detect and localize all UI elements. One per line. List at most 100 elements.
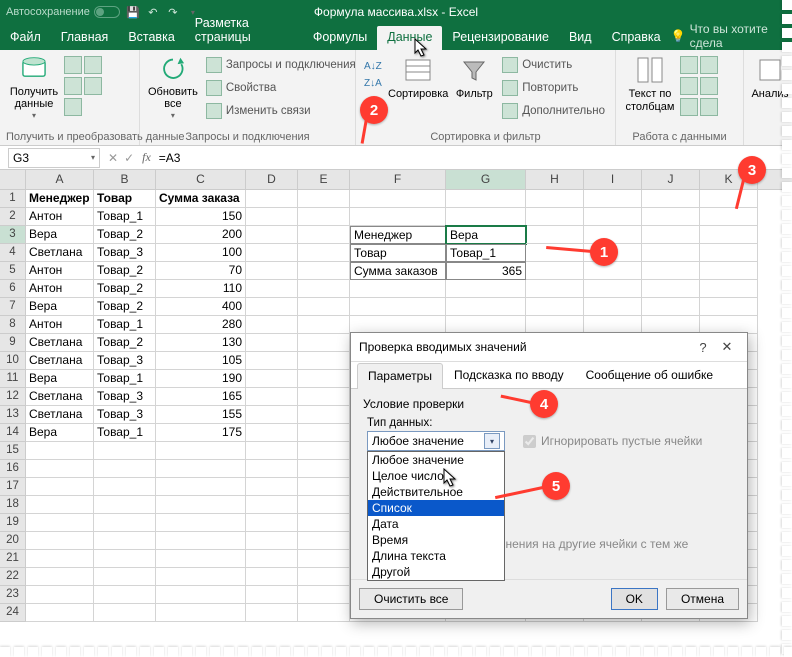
cell[interactable]: Товар_2 xyxy=(94,298,156,316)
cell[interactable]: Товар_2 xyxy=(94,334,156,352)
col-header[interactable]: G xyxy=(446,170,526,189)
cell[interactable] xyxy=(526,226,584,244)
cell[interactable] xyxy=(298,316,350,334)
cell[interactable]: Товар_1 xyxy=(94,316,156,334)
row-header[interactable]: 13 xyxy=(0,406,26,424)
recent-sources-icon[interactable] xyxy=(84,56,102,74)
cell[interactable] xyxy=(298,334,350,352)
name-box[interactable]: G3 ▾ xyxy=(8,148,100,168)
from-table-icon[interactable] xyxy=(64,98,82,116)
save-icon[interactable]: 💾 xyxy=(126,5,140,19)
autosave-toggle[interactable]: Автосохранение xyxy=(6,6,120,18)
cell[interactable] xyxy=(156,586,246,604)
cell[interactable] xyxy=(94,604,156,622)
cell[interactable] xyxy=(94,532,156,550)
cell[interactable] xyxy=(526,208,584,226)
undo-icon[interactable]: ↶ xyxy=(146,5,160,19)
data-validation-icon[interactable] xyxy=(680,98,698,116)
row-header[interactable]: 23 xyxy=(0,586,26,604)
cell[interactable] xyxy=(700,190,758,208)
cell[interactable] xyxy=(298,370,350,388)
row-header[interactable]: 18 xyxy=(0,496,26,514)
type-option[interactable]: Другой xyxy=(368,564,504,580)
fx-icon[interactable]: fx xyxy=(138,150,155,165)
tab-help[interactable]: Справка xyxy=(602,26,671,50)
cell[interactable] xyxy=(246,550,298,568)
cell[interactable] xyxy=(94,460,156,478)
reapply-filter-button[interactable]: Повторить xyxy=(498,77,609,99)
cell[interactable] xyxy=(246,316,298,334)
cell[interactable]: 100 xyxy=(156,244,246,262)
sort-button[interactable]: Сортировка xyxy=(386,52,450,122)
cell[interactable] xyxy=(584,280,642,298)
cell[interactable] xyxy=(298,442,350,460)
cell[interactable] xyxy=(642,262,700,280)
row-header[interactable]: 6 xyxy=(0,280,26,298)
cell[interactable] xyxy=(246,190,298,208)
cell[interactable]: 365 xyxy=(446,262,526,280)
redo-icon[interactable]: ↷ xyxy=(166,5,180,19)
cell[interactable]: Товар_3 xyxy=(94,244,156,262)
cell[interactable]: Светлана xyxy=(26,244,94,262)
cell[interactable]: Сумма заказа xyxy=(156,190,246,208)
row-header[interactable]: 21 xyxy=(0,550,26,568)
cell[interactable]: Вера xyxy=(26,298,94,316)
cell[interactable] xyxy=(584,298,642,316)
cell[interactable] xyxy=(156,550,246,568)
cell[interactable] xyxy=(526,280,584,298)
cell[interactable] xyxy=(298,604,350,622)
cell[interactable] xyxy=(700,244,758,262)
from-text-icon[interactable] xyxy=(64,56,82,74)
col-header[interactable]: H xyxy=(526,170,584,189)
cell[interactable] xyxy=(246,532,298,550)
col-header[interactable]: J xyxy=(642,170,700,189)
close-icon[interactable]: ✕ xyxy=(715,339,739,355)
cell[interactable] xyxy=(298,460,350,478)
cell[interactable] xyxy=(156,460,246,478)
cancel-button[interactable]: Отмена xyxy=(666,588,739,610)
cell[interactable] xyxy=(246,604,298,622)
cell[interactable] xyxy=(298,478,350,496)
cell[interactable]: Товар_3 xyxy=(94,388,156,406)
data-model-icon[interactable] xyxy=(700,98,718,116)
col-header[interactable]: C xyxy=(156,170,246,189)
cell[interactable]: 105 xyxy=(156,352,246,370)
clear-filter-button[interactable]: Очистить xyxy=(498,54,609,76)
cell[interactable] xyxy=(246,226,298,244)
cell[interactable] xyxy=(584,190,642,208)
cell[interactable] xyxy=(246,352,298,370)
row-header[interactable]: 7 xyxy=(0,298,26,316)
cell[interactable] xyxy=(446,280,526,298)
cell[interactable] xyxy=(94,586,156,604)
tab-review[interactable]: Рецензирование xyxy=(442,26,559,50)
cell[interactable] xyxy=(156,478,246,496)
cell[interactable] xyxy=(350,190,446,208)
dialog-tab-input-msg[interactable]: Подсказка по вводу xyxy=(443,362,575,388)
cell[interactable] xyxy=(246,406,298,424)
col-header[interactable]: I xyxy=(584,170,642,189)
tab-view[interactable]: Вид xyxy=(559,26,602,50)
cell[interactable] xyxy=(156,442,246,460)
tell-me-search[interactable]: 💡 Что вы хотите сдела xyxy=(671,22,792,50)
flash-fill-icon[interactable] xyxy=(680,56,698,74)
cell[interactable]: Товар xyxy=(350,244,446,262)
cell[interactable] xyxy=(642,244,700,262)
cell[interactable] xyxy=(26,568,94,586)
cell[interactable] xyxy=(298,298,350,316)
cell[interactable] xyxy=(26,442,94,460)
cell[interactable] xyxy=(246,298,298,316)
col-header[interactable]: B xyxy=(94,170,156,189)
cell[interactable] xyxy=(246,478,298,496)
cell[interactable]: Товар_2 xyxy=(94,226,156,244)
cell[interactable] xyxy=(26,460,94,478)
cell[interactable]: Товар_3 xyxy=(94,352,156,370)
row-header[interactable]: 10 xyxy=(0,352,26,370)
cell[interactable]: 400 xyxy=(156,298,246,316)
row-header[interactable]: 22 xyxy=(0,568,26,586)
cell[interactable]: Вера xyxy=(26,370,94,388)
existing-connections-icon[interactable] xyxy=(84,77,102,95)
row-header[interactable]: 2 xyxy=(0,208,26,226)
cell[interactable]: Антон xyxy=(26,208,94,226)
type-option[interactable]: Время xyxy=(368,532,504,548)
cell[interactable] xyxy=(298,550,350,568)
